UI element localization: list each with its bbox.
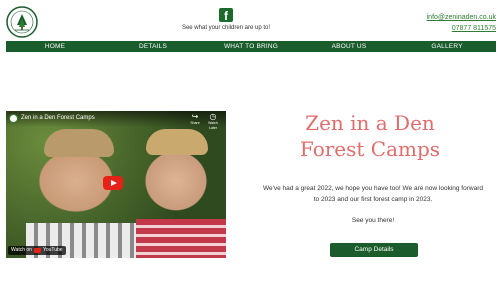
youtube-icon: [33, 248, 41, 253]
hero-title-line-2: Forest Camps: [299, 137, 441, 161]
watch-later-label: Watch Later: [208, 121, 218, 130]
contact-info: info@zeninaden.co.uk 07877 811575: [427, 12, 496, 34]
video-thumbnail-detail: [136, 219, 226, 258]
share-button[interactable]: ↪ Share: [188, 113, 202, 126]
channel-avatar[interactable]: [9, 114, 18, 123]
tagline: See what your children are up to!: [181, 25, 271, 31]
video-thumbnail-detail: [146, 129, 208, 155]
main-nav: HOME DETAILS WHAT TO BRING ABOUT US GALL…: [6, 41, 496, 52]
video-title[interactable]: Zen in a Den Forest Camps: [21, 115, 95, 121]
watch-later-button[interactable]: ◷ Watch Later: [204, 113, 222, 131]
nav-item-details[interactable]: DETAILS: [104, 43, 202, 50]
nav-item-home[interactable]: HOME: [6, 43, 104, 50]
facebook-icon[interactable]: f: [219, 8, 233, 22]
page: f See what your children are up to! info…: [0, 0, 500, 300]
email-link[interactable]: info@zeninaden.co.uk: [427, 12, 496, 23]
watch-on-youtube-button[interactable]: Watch on YouTube: [8, 246, 66, 255]
site-logo[interactable]: [6, 6, 38, 38]
share-icon: ↪: [191, 112, 199, 121]
hero-title: Zen in a Den Forest Camps: [250, 110, 490, 162]
youtube-label: YouTube: [42, 247, 63, 253]
nav-item-about-us[interactable]: ABOUT US: [300, 43, 398, 50]
header: f See what your children are up to! info…: [0, 0, 500, 42]
camp-details-button[interactable]: Camp Details: [330, 243, 418, 257]
hero-title-line-1: Zen in a Den: [305, 111, 435, 135]
watch-on-label: Watch on: [11, 247, 32, 253]
phone-link[interactable]: 07877 811575: [427, 23, 496, 34]
hero-description: We've had a great 2022, we hope you have…: [263, 185, 483, 203]
share-label: Share: [190, 121, 200, 125]
play-icon[interactable]: [103, 176, 123, 190]
video-thumbnail-detail: [44, 129, 114, 157]
nav-item-gallery[interactable]: GALLERY: [398, 43, 496, 50]
hero-see-you: See you there!: [351, 217, 395, 224]
clock-icon: ◷: [209, 112, 217, 121]
nav-item-what-to-bring[interactable]: WHAT TO BRING: [202, 43, 300, 50]
